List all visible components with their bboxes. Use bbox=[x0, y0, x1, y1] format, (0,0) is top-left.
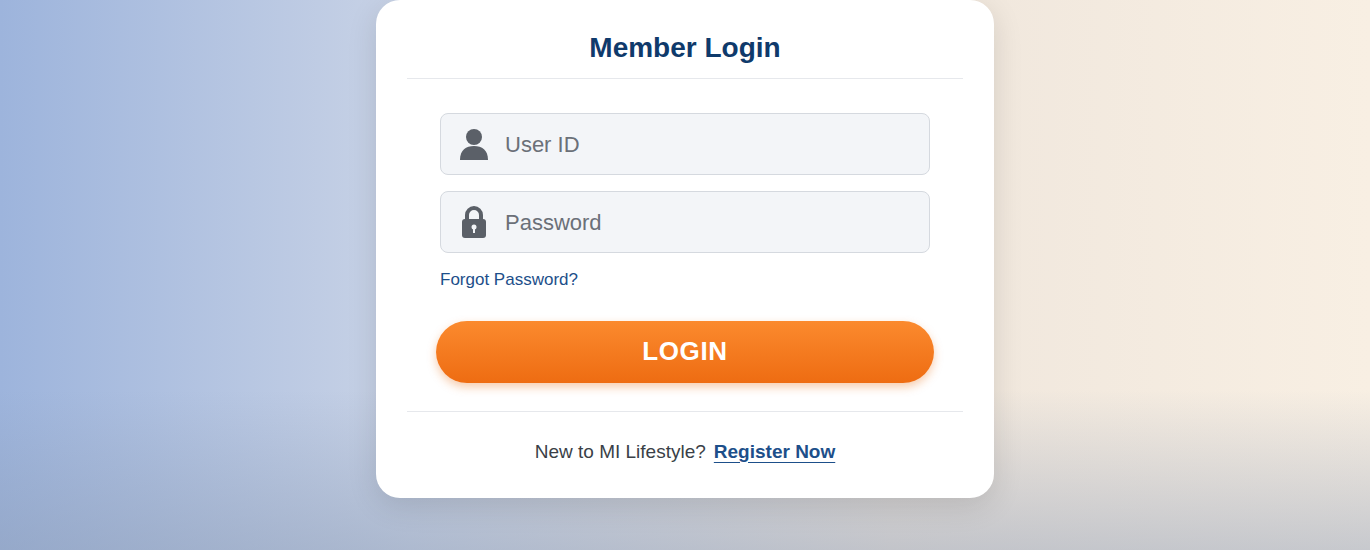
password-field bbox=[440, 191, 930, 253]
register-prompt: New to MI Lifestyle? bbox=[535, 438, 706, 467]
footer-divider bbox=[407, 411, 963, 412]
user-icon bbox=[459, 127, 489, 161]
lock-icon bbox=[459, 205, 489, 239]
page-background: Member Login Forgot Password? LOGIN New … bbox=[0, 0, 1370, 550]
login-button[interactable]: LOGIN bbox=[436, 321, 934, 383]
password-input[interactable] bbox=[505, 206, 911, 239]
forgot-password-link[interactable]: Forgot Password? bbox=[440, 270, 578, 289]
user-id-input[interactable] bbox=[505, 128, 911, 161]
register-link[interactable]: Register Now bbox=[714, 438, 835, 467]
login-title: Member Login bbox=[376, 30, 994, 66]
login-card: Member Login Forgot Password? LOGIN New … bbox=[376, 0, 994, 498]
title-divider bbox=[407, 78, 963, 79]
user-id-field bbox=[440, 113, 930, 175]
